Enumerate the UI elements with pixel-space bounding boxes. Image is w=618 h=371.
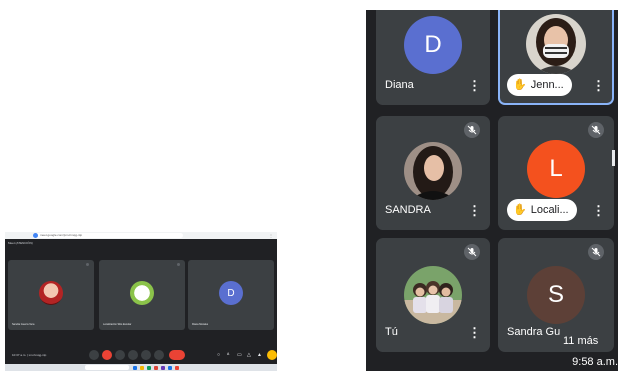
- participant-tile-localizacion[interactable]: L ✋ Locali... ⋮: [498, 116, 614, 230]
- thumbnail-controls: 10:37 a.m. | xm-hmqg-ntp ○ ᴬ ▭ △ ▲: [5, 348, 277, 362]
- avatar-d: D: [219, 281, 243, 305]
- store-icon[interactable]: [147, 365, 151, 370]
- meet-participant-grid: D Diana ⋮ ✋ Jenn... ⋮ SANDRA ⋮ L ✋ Local…: [366, 10, 618, 371]
- windows-taskbar: [5, 364, 277, 371]
- raise-hand-button[interactable]: [141, 350, 151, 360]
- people-icon[interactable]: ᴬ: [227, 351, 229, 359]
- raised-hand-icon: ✋: [513, 204, 527, 216]
- avatar-s: S: [527, 266, 585, 324]
- more-vert-icon[interactable]: ⋮: [468, 325, 481, 341]
- thumbnail-tile-3[interactable]: D Diana Morales: [188, 260, 274, 330]
- browser-toolbar: meet.google.com/jxm-hmqg-ntp ⋮: [5, 232, 277, 239]
- task-view-icon[interactable]: [133, 365, 137, 370]
- more-vert-icon[interactable]: ⋮: [592, 78, 605, 94]
- more-vert-icon[interactable]: ⋮: [468, 203, 481, 219]
- participant-tile-sandra[interactable]: SANDRA ⋮: [376, 116, 490, 230]
- meeting-info: 10:37 a.m. | xm-hmqg-ntp: [12, 353, 47, 357]
- mic-button[interactable]: [89, 350, 99, 360]
- participant-name: SANDRA: [385, 204, 431, 216]
- mic-off-icon: [588, 122, 604, 138]
- raised-hand-chip: ✋ Jenn...: [507, 74, 572, 96]
- mic-off-icon: [464, 122, 480, 138]
- participant-name: Diana: [385, 79, 414, 91]
- mic-off-icon: [588, 244, 604, 260]
- mic-off-icon: [464, 244, 480, 260]
- thumbnail-screenshot: meet.google.com/jxm-hmqg-ntp ⋮ Meet (ATE…: [5, 232, 277, 371]
- participant-photo: [39, 281, 63, 305]
- thumbnail-tile-1[interactable]: Sandra Guerra Vera: [8, 260, 94, 330]
- present-button[interactable]: [128, 350, 138, 360]
- mic-off-icon: [86, 263, 89, 266]
- end-call-button[interactable]: [169, 350, 185, 360]
- lock-icon[interactable]: ▲: [257, 351, 262, 359]
- user-avatar[interactable]: [267, 350, 277, 360]
- more-participants-chip[interactable]: 11 más: [557, 331, 605, 351]
- url-text: meet.google.com/jxm-hmqg-ntp: [40, 233, 83, 237]
- participant-tile-jenn[interactable]: ✋ Jenn... ⋮: [498, 10, 614, 105]
- activities-icon[interactable]: △: [247, 351, 251, 359]
- thumbnail-name-2: Localización Sitio Escolar: [103, 323, 132, 326]
- file-explorer-icon[interactable]: [140, 365, 144, 370]
- participant-name: Sandra Gu: [507, 326, 561, 338]
- camera-button[interactable]: [102, 350, 112, 360]
- clock: 9:58 a.m.: [572, 356, 618, 368]
- thumbnail-title: Meet (ATENCIÓN): [8, 241, 33, 245]
- thumbnail-name-3: Diana Morales: [192, 323, 209, 326]
- app-icon[interactable]: [168, 365, 172, 370]
- taskbar-search-box[interactable]: [85, 365, 129, 370]
- participant-name: Locali...: [530, 203, 569, 216]
- thumbnail-name-1: Sandra Guerra Vera: [12, 323, 35, 326]
- chat-icon[interactable]: ▭: [237, 351, 242, 359]
- avatar-d: D: [404, 16, 462, 74]
- participant-photo: [404, 142, 462, 200]
- thumbnail-tile-2[interactable]: Localización Sitio Escolar: [99, 260, 185, 330]
- raised-hand-icon: ✋: [513, 79, 527, 91]
- participant-photo: [404, 266, 462, 324]
- school-logo: [130, 281, 154, 305]
- scroll-indicator: [612, 150, 615, 166]
- mic-off-icon: [177, 263, 180, 266]
- site-favicon-icon: [33, 233, 38, 238]
- avatar-l: L: [527, 140, 585, 198]
- participant-tile-self[interactable]: Tú ⋮: [376, 238, 490, 352]
- raised-hand-chip: ✋ Locali...: [507, 199, 577, 221]
- app-icon[interactable]: [161, 365, 165, 370]
- captions-button[interactable]: [115, 350, 125, 360]
- chrome-icon[interactable]: [154, 365, 158, 370]
- more-vert-icon[interactable]: ⋮: [592, 203, 605, 219]
- participant-name: Tú: [385, 326, 398, 338]
- info-icon[interactable]: ○: [217, 351, 220, 359]
- browser-menu-icon[interactable]: ⋮: [269, 233, 273, 238]
- participant-photo: [526, 14, 586, 74]
- app-icon[interactable]: [175, 365, 179, 370]
- participant-tile-diana[interactable]: D Diana ⋮: [376, 10, 490, 105]
- more-options-button[interactable]: [154, 350, 164, 360]
- participant-name: Jenn...: [530, 78, 564, 91]
- more-vert-icon[interactable]: ⋮: [468, 78, 481, 94]
